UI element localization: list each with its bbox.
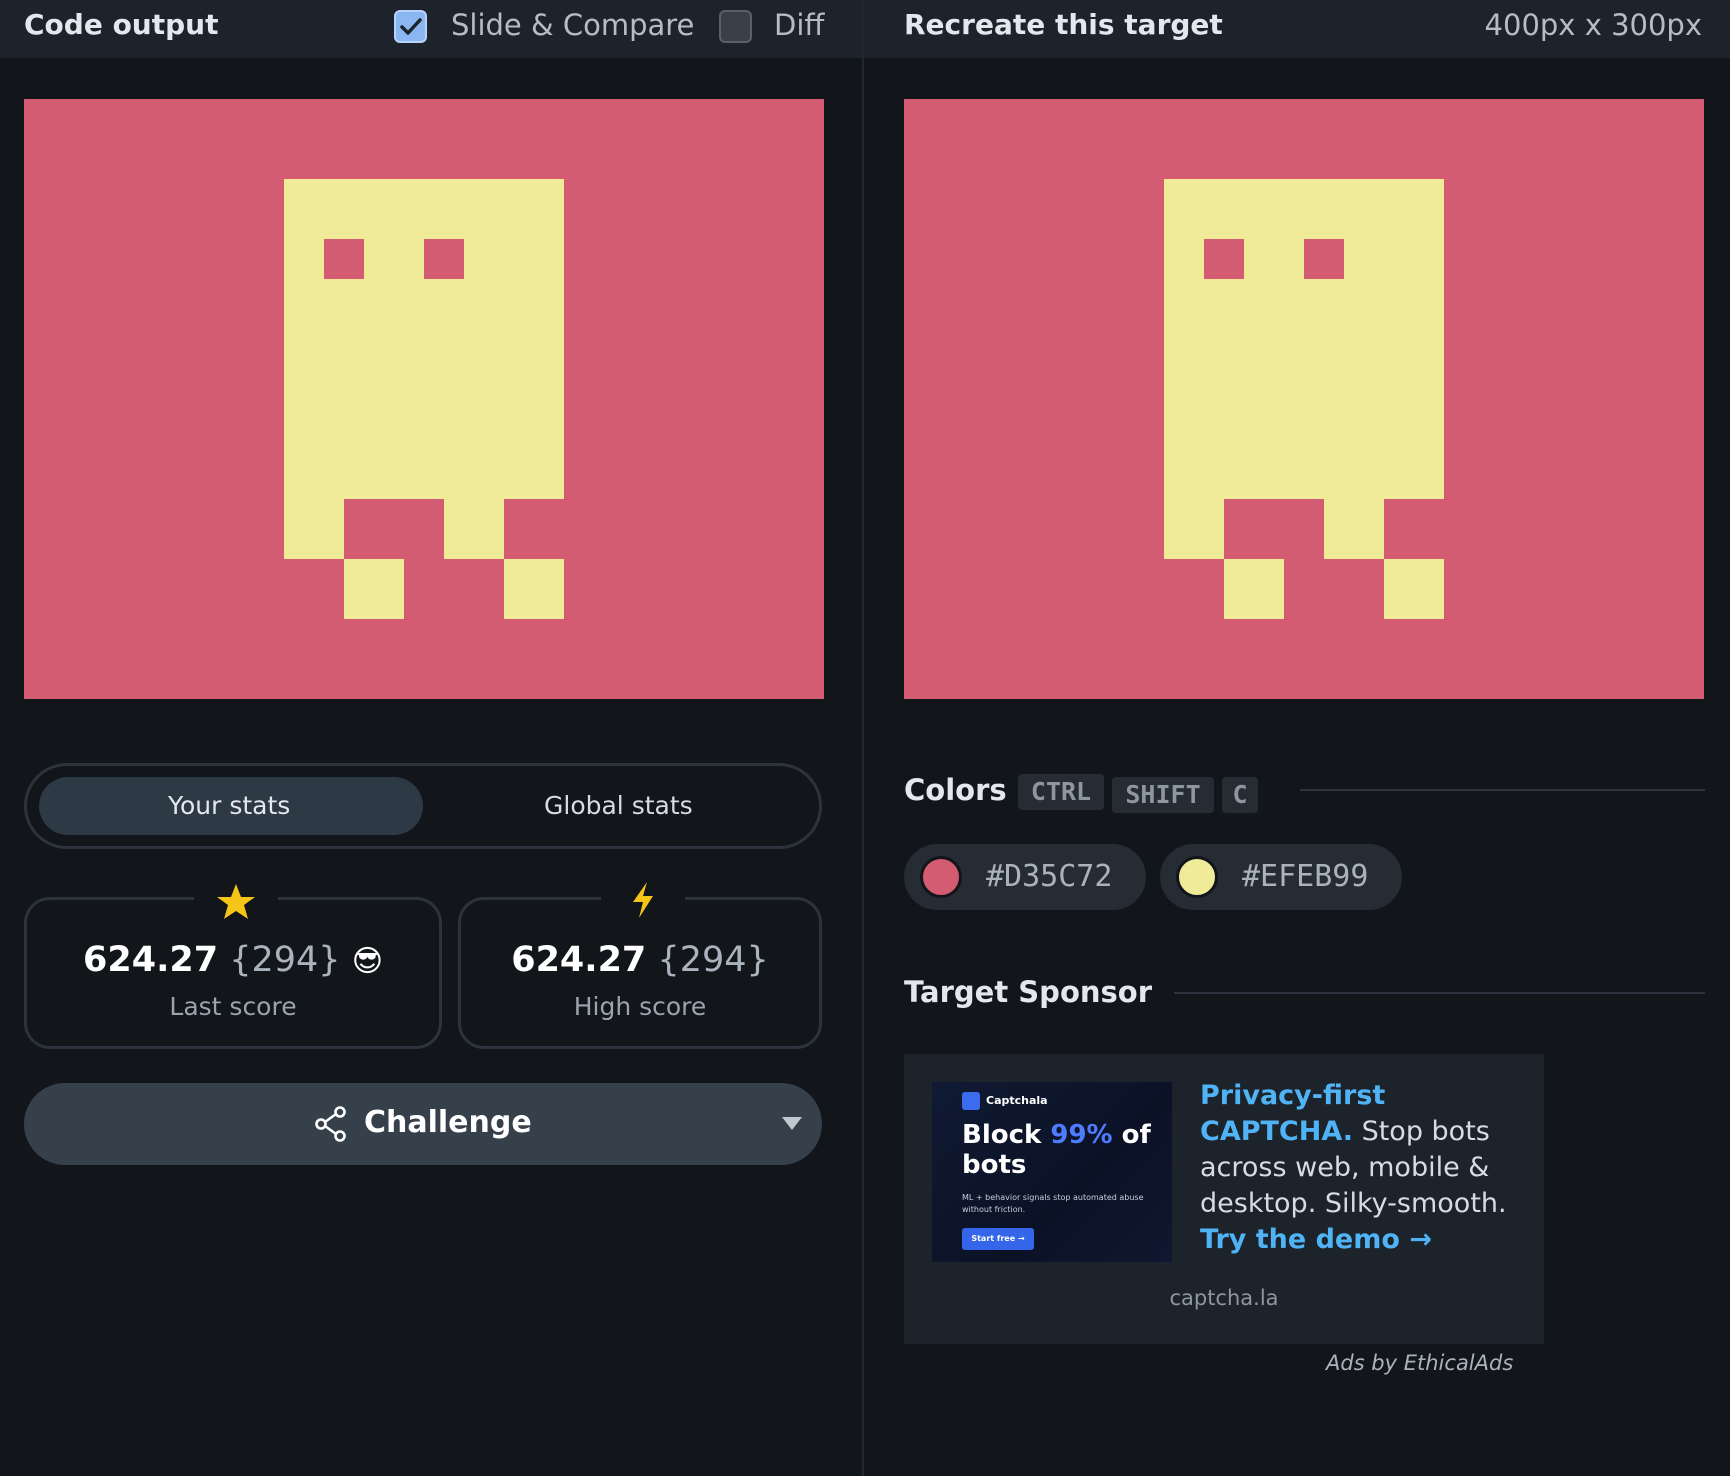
share-icon [315, 1106, 346, 1142]
target-dimensions: 400px x 300px [1484, 8, 1702, 42]
shortcut-ctrl-key: CTRL [1018, 774, 1104, 810]
sunglasses-emoji-icon: 😎 [351, 944, 383, 979]
diff-label[interactable]: Diff [774, 8, 824, 42]
high-score-value: 624.27 {294} [511, 940, 769, 980]
last-score-label: Last score [169, 992, 297, 1021]
color-hex-1: #D35C72 [986, 859, 1113, 894]
ghost-left-eye [324, 239, 364, 279]
color-dot-1 [920, 856, 962, 898]
color-dot-2 [1176, 856, 1218, 898]
color-swatch-1[interactable]: #D35C72 [904, 844, 1146, 910]
shortcut-shift-key: SHIFT [1112, 777, 1214, 813]
target-header: Recreate this target 400px x 300px [864, 0, 1730, 58]
high-score-label: High score [573, 992, 707, 1021]
sponsor-divider [1174, 992, 1705, 994]
sponsor-ad[interactable]: Captchala Block 99% of bots ML + behavio… [904, 1054, 1544, 1344]
ghost-right-eye [1304, 239, 1344, 279]
colors-divider [1300, 789, 1705, 791]
ghost-foot-left [344, 559, 404, 619]
ad-copy: Privacy-first CAPTCHA. Stop bots across … [1200, 1078, 1520, 1258]
target-canvas [904, 99, 1704, 699]
high-score-card: 624.27 {294} High score [458, 882, 822, 1049]
ad-start-button[interactable]: Start free → [962, 1228, 1034, 1250]
slide-compare-label[interactable]: Slide & Compare [451, 8, 694, 42]
ads-by-ethicalads[interactable]: Ads by EthicalAds [1326, 1351, 1513, 1375]
stats-toggle: Your stats Global stats [24, 763, 822, 849]
color-hex-2: #EFEB99 [1242, 859, 1369, 894]
challenge-button[interactable]: Challenge [24, 1083, 822, 1165]
ghost-right-eye [424, 239, 464, 279]
chevron-down-icon[interactable] [782, 1117, 802, 1131]
tab-your-stats-label[interactable]: Your stats [168, 791, 290, 820]
ad-domain[interactable]: captcha.la [904, 1286, 1544, 1310]
output-canvas[interactable] [24, 99, 824, 699]
ghost-leg-gap-left [1224, 499, 1324, 559]
check-icon [400, 18, 422, 35]
star-icon [194, 884, 278, 919]
sponsor-title: Target Sponsor [904, 975, 1153, 1009]
ad-cta-link[interactable]: Try the demo → [1200, 1224, 1432, 1255]
ad-image[interactable]: Captchala Block 99% of bots ML + behavio… [932, 1082, 1172, 1262]
ghost-foot-right [504, 559, 564, 619]
last-score-card: 624.27 {294} 😎 Last score [24, 884, 442, 1049]
ghost-leg-gap-right [1384, 499, 1444, 559]
tab-global-stats[interactable]: Global stats [544, 791, 693, 820]
ad-brand: Captchala [986, 1094, 1048, 1107]
diff-checkbox[interactable] [719, 10, 752, 43]
challenge-label: Challenge [364, 1105, 532, 1140]
ghost-foot-left [1224, 559, 1284, 619]
slide-compare-checkbox[interactable] [394, 10, 427, 43]
ghost-left-eye [1204, 239, 1244, 279]
last-score-value: 624.27 {294} 😎 [83, 940, 383, 980]
ghost-leg-gap-left [344, 499, 444, 559]
target-title: Recreate this target [904, 8, 1223, 41]
colors-title: Colors [904, 773, 1007, 807]
ghost-foot-right [1384, 559, 1444, 619]
output-header: Code output Slide & Compare Diff [0, 0, 862, 58]
output-title: Code output [24, 8, 219, 41]
ad-headline: Block 99% of bots [962, 1120, 1151, 1180]
shortcut-c-key: C [1222, 777, 1258, 813]
lightning-icon [601, 882, 685, 918]
ad-subtext: ML + behavior signals stop automated abu… [962, 1193, 1144, 1214]
ad-highlight: Privacy-first CAPTCHA. [1200, 1080, 1386, 1147]
captchala-logo-icon [962, 1092, 980, 1110]
panel-divider [862, 0, 864, 1476]
ghost-leg-gap-right [504, 499, 564, 559]
color-swatch-2[interactable]: #EFEB99 [1160, 844, 1402, 910]
